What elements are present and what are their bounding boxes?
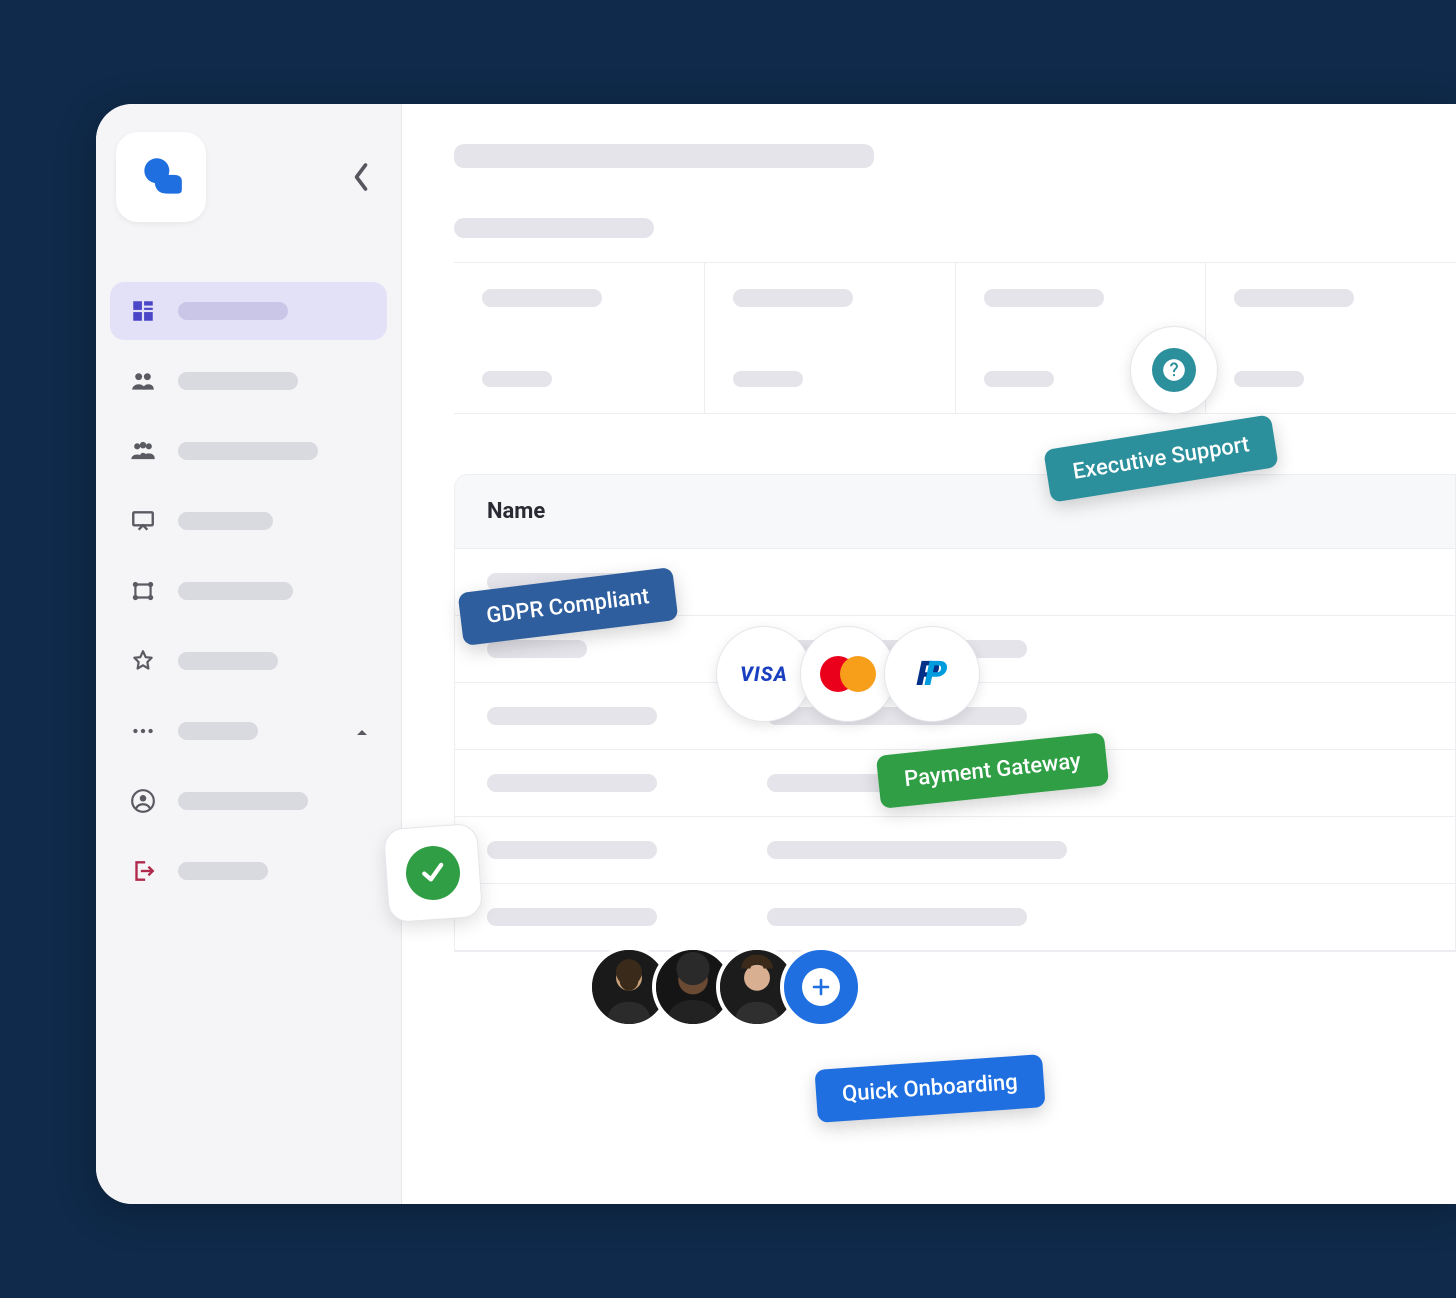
avatar-group — [588, 946, 862, 1028]
section-label-placeholder — [454, 218, 654, 238]
nav-label-placeholder — [178, 442, 318, 460]
page-title-placeholder — [454, 144, 874, 168]
presentation-icon — [128, 506, 158, 536]
cell-placeholder — [767, 908, 1027, 926]
nav-label-placeholder — [178, 862, 268, 880]
stat-label-placeholder — [984, 289, 1104, 307]
check-circle-icon — [404, 844, 462, 902]
sidebar-collapse-button[interactable] — [341, 157, 381, 197]
stat-value-placeholder — [482, 371, 552, 387]
nav-label-placeholder — [178, 302, 288, 320]
table-header: Name — [455, 475, 1455, 549]
column-header-name[interactable]: Name — [487, 499, 545, 524]
dashboard-icon — [128, 296, 158, 326]
help-bubble[interactable] — [1130, 326, 1218, 414]
sidebar-nav — [110, 282, 387, 900]
sidebar-item-logout[interactable] — [110, 842, 387, 900]
paypal-icon: PP — [917, 654, 947, 694]
payment-visa: VISA — [716, 626, 812, 722]
group-icon — [128, 436, 158, 466]
star-icon — [128, 646, 158, 676]
badge-payment-label: Payment Gateway — [903, 749, 1082, 792]
stat-card[interactable] — [454, 263, 705, 413]
nav-label-placeholder — [178, 512, 273, 530]
nav-label-placeholder — [178, 792, 308, 810]
stat-card[interactable] — [1206, 263, 1456, 413]
cell-placeholder — [767, 841, 1067, 859]
network-icon — [128, 576, 158, 606]
cell-placeholder — [487, 640, 587, 658]
cell-placeholder — [487, 908, 657, 926]
account-icon — [128, 786, 158, 816]
check-card — [383, 823, 483, 923]
sidebar-item-more[interactable] — [110, 702, 387, 760]
cell-placeholder — [487, 774, 657, 792]
more-icon — [128, 716, 158, 746]
app-logo[interactable] — [116, 132, 206, 222]
stat-label-placeholder — [482, 289, 602, 307]
stat-value-placeholder — [733, 371, 803, 387]
nav-label-placeholder — [178, 582, 293, 600]
sidebar-item-network[interactable] — [110, 562, 387, 620]
table-row[interactable] — [455, 884, 1455, 951]
sidebar-item-account[interactable] — [110, 772, 387, 830]
chevron-left-icon — [351, 162, 371, 192]
people-icon — [128, 366, 158, 396]
payment-mastercard — [800, 626, 896, 722]
visa-icon: VISA — [740, 662, 788, 686]
chat-bubbles-icon — [136, 152, 186, 202]
sidebar-item-favorites[interactable] — [110, 632, 387, 690]
badge-onboarding-label: Quick Onboarding — [841, 1070, 1018, 1107]
payment-methods-row: VISA PP — [716, 626, 980, 722]
nav-label-placeholder — [178, 372, 298, 390]
stat-label-placeholder — [1234, 289, 1354, 307]
stat-value-placeholder — [984, 371, 1054, 387]
nav-label-placeholder — [178, 652, 278, 670]
sidebar-item-presentation[interactable] — [110, 492, 387, 550]
logout-icon — [128, 856, 158, 886]
question-icon — [1152, 348, 1196, 392]
caret-up-icon — [355, 722, 369, 741]
sidebar-item-groups[interactable] — [110, 422, 387, 480]
stats-cards-row — [454, 262, 1456, 414]
cell-placeholder — [487, 707, 657, 725]
stat-card[interactable] — [705, 263, 956, 413]
sidebar-item-dashboard[interactable] — [110, 282, 387, 340]
sidebar-header — [110, 132, 387, 234]
nav-label-placeholder — [178, 722, 258, 740]
mastercard-icon — [820, 656, 876, 692]
badge-gdpr-label: GDPR Compliant — [485, 584, 651, 629]
cell-placeholder — [487, 841, 657, 859]
stat-label-placeholder — [733, 289, 853, 307]
stat-value-placeholder — [1234, 371, 1304, 387]
add-user-button[interactable] — [780, 946, 862, 1028]
table-row[interactable] — [455, 817, 1455, 884]
sidebar — [96, 104, 402, 1204]
plus-icon — [802, 968, 840, 1006]
payment-paypal: PP — [884, 626, 980, 722]
sidebar-item-people[interactable] — [110, 352, 387, 410]
